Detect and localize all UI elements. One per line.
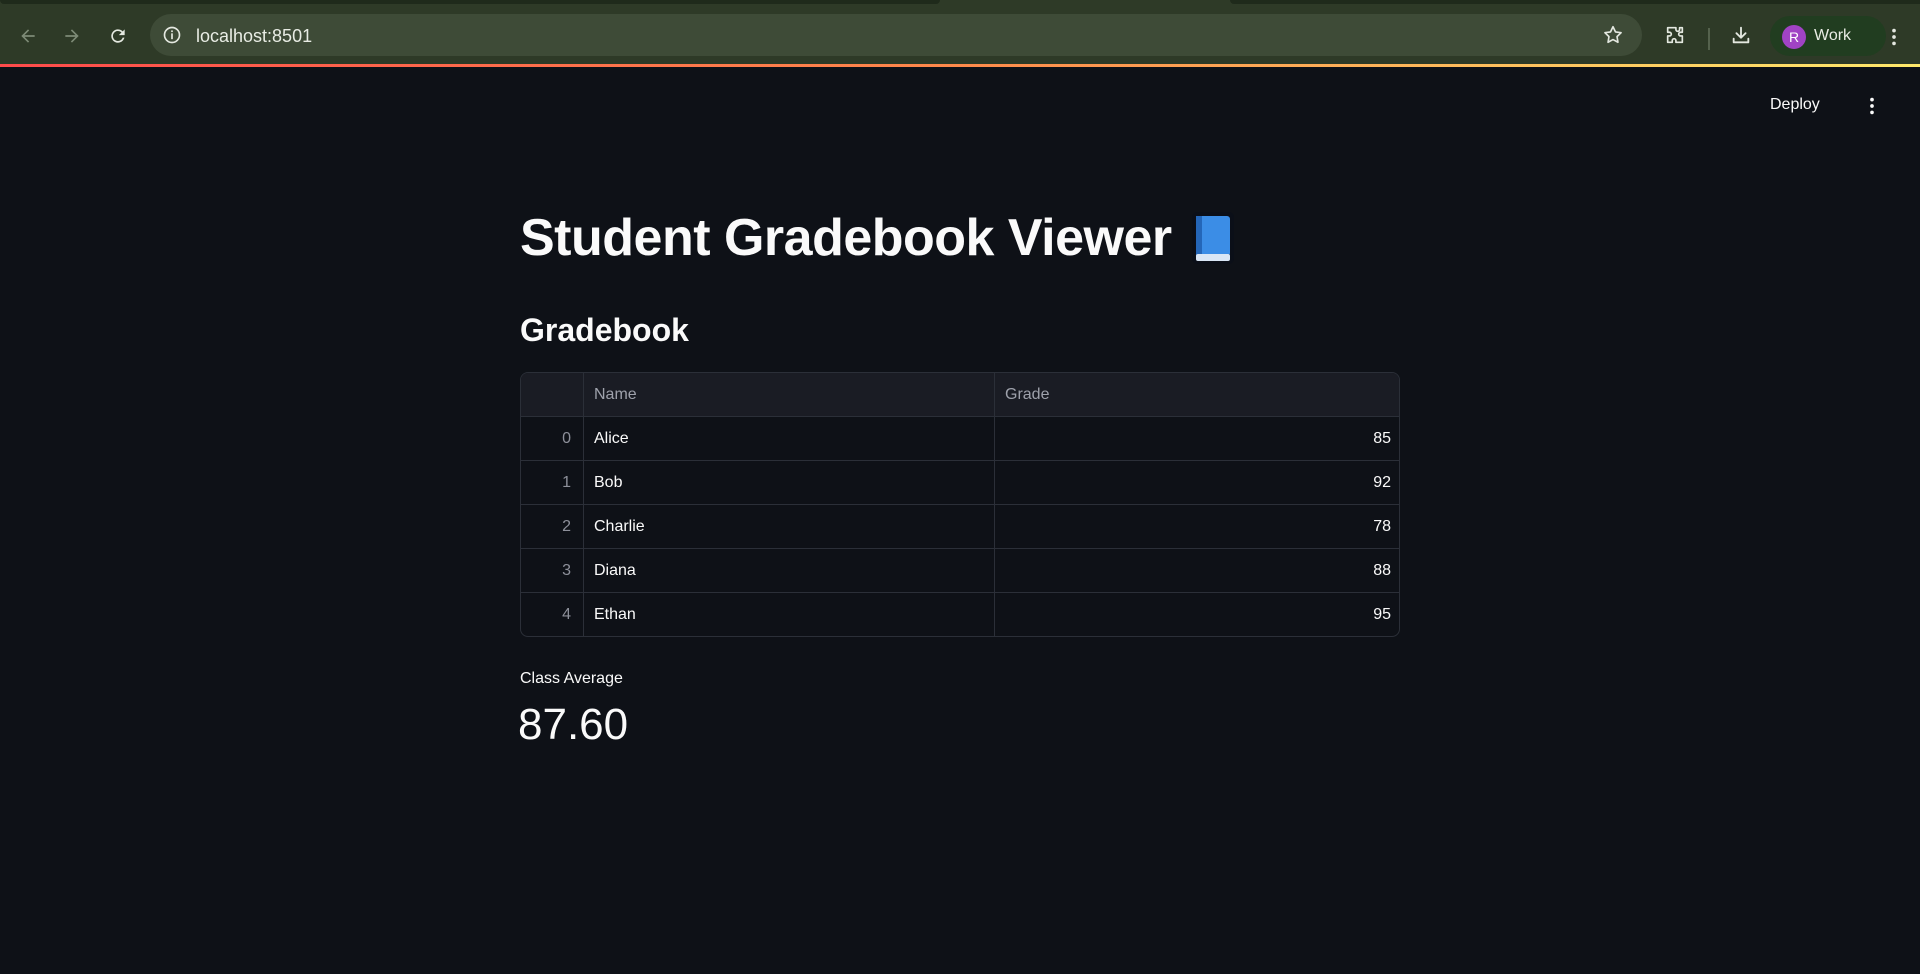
forward-button[interactable] bbox=[56, 20, 88, 52]
deploy-button[interactable]: Deploy bbox=[1770, 96, 1820, 114]
toolbar-divider bbox=[1708, 28, 1710, 50]
table-header-row: Name Grade bbox=[521, 373, 1399, 417]
arrow-right-icon bbox=[65, 29, 79, 43]
decoration-bar bbox=[0, 64, 1920, 67]
table-row[interactable]: 4 Ethan 95 bbox=[521, 593, 1399, 636]
browser-tab[interactable] bbox=[0, 0, 940, 4]
section-heading: Gradebook bbox=[520, 312, 689, 348]
table-row[interactable]: 1 Bob 92 bbox=[521, 461, 1399, 505]
extensions-button[interactable] bbox=[1660, 20, 1690, 50]
puzzle-icon bbox=[1666, 26, 1684, 44]
info-icon[interactable] bbox=[162, 25, 182, 45]
name-cell[interactable]: Ethan bbox=[584, 593, 995, 636]
grade-cell[interactable]: 88 bbox=[995, 549, 1399, 593]
downloads-button[interactable] bbox=[1726, 20, 1756, 50]
browser-menu-button[interactable] bbox=[1880, 22, 1908, 52]
table-row[interactable]: 2 Charlie 78 bbox=[521, 505, 1399, 549]
download-icon bbox=[1732, 26, 1750, 44]
row-index: 2 bbox=[521, 505, 584, 549]
reload-button[interactable] bbox=[102, 20, 134, 52]
row-index: 0 bbox=[521, 417, 584, 461]
metric-label: Class Average bbox=[520, 670, 623, 687]
address-bar[interactable]: localhost:8501 bbox=[150, 14, 1642, 56]
gradebook-table[interactable]: Name Grade 0 Alice 85 1 Bob 92 2 Charlie… bbox=[520, 372, 1400, 637]
arrow-left-icon bbox=[21, 29, 35, 43]
page-title: Student Gradebook Viewer bbox=[520, 208, 1238, 268]
reload-icon bbox=[111, 29, 125, 43]
table-row[interactable]: 0 Alice 85 bbox=[521, 417, 1399, 461]
back-button[interactable] bbox=[12, 20, 44, 52]
bookmark-star-icon[interactable] bbox=[1602, 24, 1624, 46]
kebab-menu-icon bbox=[1892, 28, 1896, 46]
app-menu-button[interactable] bbox=[1860, 94, 1884, 118]
grade-cell[interactable]: 85 bbox=[995, 417, 1399, 461]
avatar: R bbox=[1782, 25, 1806, 49]
grade-column-header[interactable]: Grade bbox=[995, 373, 1399, 417]
name-cell[interactable]: Bob bbox=[584, 461, 995, 505]
table-row[interactable]: 3 Diana 88 bbox=[521, 549, 1399, 593]
name-cell[interactable]: Alice bbox=[584, 417, 995, 461]
blue-book-icon bbox=[1191, 212, 1234, 264]
name-cell[interactable]: Diana bbox=[584, 549, 995, 593]
index-column-header[interactable] bbox=[521, 373, 584, 417]
grade-cell[interactable]: 95 bbox=[995, 593, 1399, 636]
browser-tab[interactable] bbox=[1230, 0, 1920, 4]
browser-toolbar: localhost:8501 R Work bbox=[0, 6, 1920, 64]
kebab-menu-icon bbox=[1870, 97, 1874, 115]
grade-cell[interactable]: 78 bbox=[995, 505, 1399, 549]
row-index: 3 bbox=[521, 549, 584, 593]
page-title-text: Student Gradebook Viewer bbox=[520, 209, 1172, 267]
row-index: 1 bbox=[521, 461, 584, 505]
name-column-header[interactable]: Name bbox=[584, 373, 995, 417]
name-cell[interactable]: Charlie bbox=[584, 505, 995, 549]
profile-button[interactable]: R Work bbox=[1770, 16, 1886, 56]
profile-label: Work bbox=[1814, 27, 1852, 44]
grade-cell[interactable]: 92 bbox=[995, 461, 1399, 505]
metric-value: 87.60 bbox=[518, 700, 629, 749]
row-index: 4 bbox=[521, 593, 584, 636]
url-text[interactable]: localhost:8501 bbox=[196, 26, 312, 47]
